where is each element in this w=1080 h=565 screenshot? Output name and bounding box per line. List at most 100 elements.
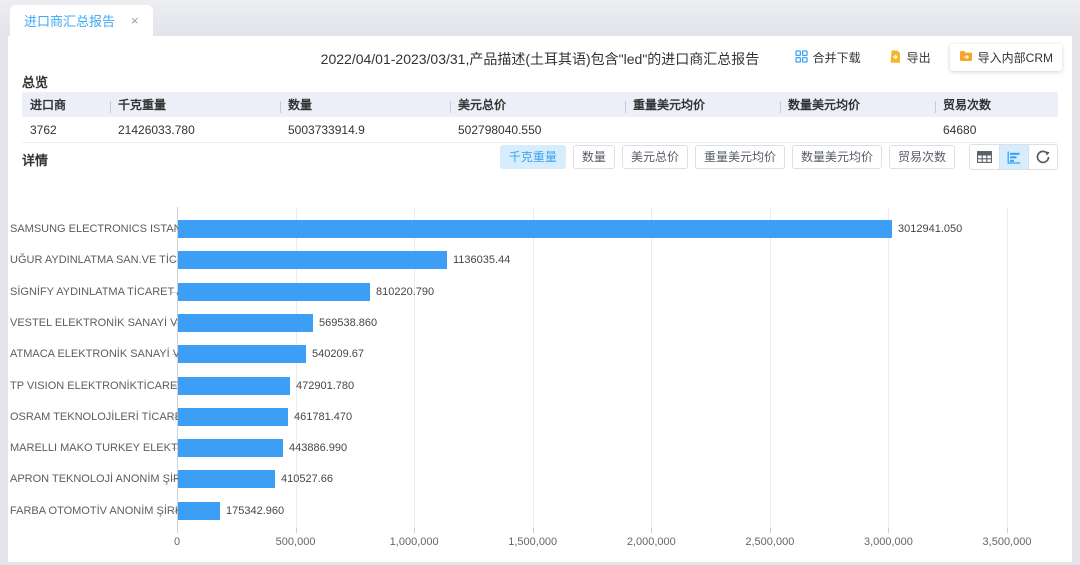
gridline (888, 207, 889, 528)
view-toggle-group (969, 144, 1058, 170)
detail-section-title: 详情 (22, 150, 48, 169)
bar-value-label: 410527.66 (281, 470, 333, 488)
bar-value-label: 472901.780 (296, 377, 354, 395)
table-cell: 5003733914.9 (280, 123, 450, 137)
gridline (533, 207, 534, 528)
metric-tab-美元总价[interactable]: 美元总价 (622, 145, 688, 169)
category-label: ATMACA ELEKTRONİK SANAYİ VE Tİ... (10, 347, 171, 361)
bar[interactable] (178, 251, 447, 269)
x-axis-tick (533, 528, 534, 533)
metric-tab-重量美元均价[interactable]: 重量美元均价 (695, 145, 785, 169)
table-view-icon[interactable] (970, 145, 999, 169)
metric-tab-千克重量[interactable]: 千克重量 (500, 145, 566, 169)
column-header: 重量美元均价 (625, 96, 780, 113)
table-cell: 3762 (22, 123, 110, 137)
column-header: 贸易次数 (935, 96, 1058, 113)
column-header: 美元总价 (450, 96, 625, 113)
category-label: MARELLI MAKO TURKEY ELEKTRİK S... (10, 441, 171, 455)
y-axis-tick (172, 448, 177, 449)
merge-download-icon (795, 50, 808, 66)
x-axis-label: 2,500,000 (715, 536, 825, 548)
y-axis-tick (172, 229, 177, 230)
overview-section-title: 总览 (22, 72, 48, 91)
x-axis-label: 2,000,000 (596, 536, 706, 548)
overview-table: 进口商千克重量数量美元总价重量美元均价数量美元均价贸易次数 3762214260… (22, 92, 1058, 143)
close-icon[interactable]: × (131, 14, 139, 27)
x-axis-tick (1007, 528, 1008, 533)
y-axis-tick (172, 511, 177, 512)
merge-download-label: 合并下载 (813, 49, 861, 66)
x-axis-tick (651, 528, 652, 533)
category-label: TP VISION ELEKTRONİKTİCARET AN... (10, 379, 171, 393)
x-axis-label: 3,500,000 (952, 536, 1062, 548)
x-axis-tick (177, 528, 178, 533)
bar-value-label: 443886.990 (289, 439, 347, 457)
import-crm-button[interactable]: 导入内部CRM (950, 44, 1062, 71)
x-axis-tick (296, 528, 297, 533)
merge-download-button[interactable]: 合并下载 (786, 44, 870, 71)
bar-value-label: 461781.470 (294, 408, 352, 426)
metric-tab-数量[interactable]: 数量 (573, 145, 615, 169)
tab-label: 进口商汇总报告 (24, 11, 115, 30)
x-axis-tick (888, 528, 889, 533)
x-axis-label: 500,000 (241, 536, 351, 548)
bar-value-label: 540209.67 (312, 345, 364, 363)
category-label: SAMSUNG ELECTRONICS ISTANBUL P... (10, 222, 171, 236)
export-icon (889, 50, 902, 66)
bar[interactable] (178, 502, 220, 520)
bar[interactable] (178, 470, 275, 488)
table-cell: 502798040.550 (450, 123, 625, 137)
bar[interactable] (178, 220, 892, 238)
table-cell: 64680 (935, 123, 1058, 137)
bar[interactable] (178, 345, 306, 363)
bar[interactable] (178, 439, 283, 457)
x-axis-tick (414, 528, 415, 533)
header-actions: 合并下载 导出 导入内部CRM (786, 44, 1062, 71)
bar-value-label: 810220.790 (376, 283, 434, 301)
x-axis-tick (770, 528, 771, 533)
tab-bar: 进口商汇总报告 × (0, 0, 1080, 36)
column-header: 数量美元均价 (780, 96, 935, 113)
bar[interactable] (178, 408, 288, 426)
x-axis-label: 3,000,000 (833, 536, 943, 548)
category-label: OSRAM TEKNOLOJİLERİ TİCARET AN... (10, 410, 171, 424)
y-axis-tick (172, 260, 177, 261)
overview-table-row: 376221426033.7805003733914.9502798040.55… (22, 117, 1058, 143)
y-axis-tick (172, 354, 177, 355)
y-axis-tick (172, 292, 177, 293)
column-header: 千克重量 (110, 96, 280, 113)
gridline (770, 207, 771, 528)
detail-toolbar: 千克重量数量美元总价重量美元均价数量美元均价贸易次数 (500, 144, 1058, 170)
metric-tabs: 千克重量数量美元总价重量美元均价数量美元均价贸易次数 (500, 145, 955, 169)
gridline (1007, 207, 1008, 528)
bar-chart-view-icon[interactable] (999, 145, 1028, 169)
refresh-icon[interactable] (1028, 145, 1057, 169)
category-label: UĞUR AYDINLATMA SAN.VE TİC.LTD... (10, 253, 171, 267)
y-axis-tick (172, 479, 177, 480)
bar-value-label: 175342.960 (226, 502, 284, 520)
y-axis-tick (172, 386, 177, 387)
metric-tab-贸易次数[interactable]: 贸易次数 (889, 145, 955, 169)
y-axis-tick (172, 417, 177, 418)
bar[interactable] (178, 314, 313, 332)
bar[interactable] (178, 283, 370, 301)
import-crm-label: 导入内部CRM (978, 49, 1053, 66)
bar-value-label: 1136035.44 (453, 251, 510, 269)
x-axis-label: 0 (122, 536, 232, 548)
overview-table-header: 进口商千克重量数量美元总价重量美元均价数量美元均价贸易次数 (22, 92, 1058, 117)
export-label: 导出 (907, 49, 931, 66)
bar-value-label: 3012941.050 (898, 220, 962, 238)
y-axis-tick (172, 323, 177, 324)
export-button[interactable]: 导出 (880, 44, 940, 71)
bar[interactable] (178, 377, 290, 395)
category-label: SİGNİFY AYDINLATMA TİCARET ANO... (10, 285, 171, 299)
tab-import-summary-report[interactable]: 进口商汇总报告 × (10, 5, 153, 36)
column-header: 进口商 (22, 96, 110, 113)
category-label: FARBA OTOMOTİV ANONİM ŞİRKETİ (10, 504, 171, 518)
table-cell: 21426033.780 (110, 123, 280, 137)
metric-tab-数量美元均价[interactable]: 数量美元均价 (792, 145, 882, 169)
category-label: APRON TEKNOLOJİ ANONİM ŞİRKETİ (10, 472, 171, 486)
category-label: VESTEL ELEKTRONİK SANAYİ VE Tİ... (10, 316, 171, 330)
gridline (651, 207, 652, 528)
report-panel: 2022/04/01-2023/03/31,产品描述(土耳其语)包含"led"的… (8, 36, 1072, 562)
